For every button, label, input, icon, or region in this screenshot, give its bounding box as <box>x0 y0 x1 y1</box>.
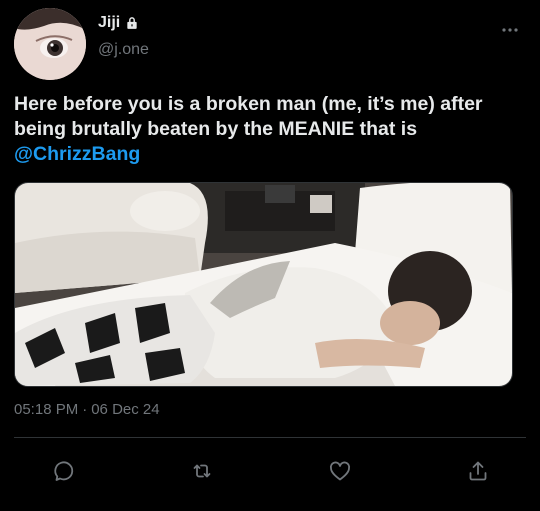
more-options-icon[interactable] <box>500 20 520 40</box>
author-display-name[interactable]: Jiji <box>98 14 139 32</box>
tweet-time: 05:18 PM <box>14 401 79 418</box>
like-button[interactable] <box>324 455 356 487</box>
tweet-timestamp[interactable]: 05:18 PM · 06 Dec 24 <box>14 401 160 418</box>
action-bar <box>0 455 540 487</box>
reply-icon <box>54 461 74 481</box>
tweet-date: 06 Dec 24 <box>91 401 160 418</box>
tweet-photo[interactable] <box>14 182 513 387</box>
divider <box>14 437 526 438</box>
lock-icon <box>127 17 137 29</box>
author-name-text[interactable]: Jiji <box>98 14 120 32</box>
avatar-image <box>14 8 86 80</box>
retweet-icon <box>193 464 211 478</box>
reply-button[interactable] <box>48 455 80 487</box>
author-handle[interactable]: @j.one <box>98 41 149 59</box>
heart-icon <box>329 461 351 481</box>
mention-link[interactable]: @ChrizzBang <box>14 143 140 165</box>
share-icon <box>469 461 487 481</box>
retweet-button[interactable] <box>186 455 218 487</box>
tweet-text: Here before you is a broken man (me, it’… <box>14 92 529 167</box>
avatar[interactable] <box>14 8 86 80</box>
tweet-text-body: Here before you is a broken man (me, it’… <box>14 93 483 140</box>
photo-image <box>15 183 512 386</box>
timestamp-separator: · <box>82 401 88 418</box>
share-button[interactable] <box>462 455 494 487</box>
